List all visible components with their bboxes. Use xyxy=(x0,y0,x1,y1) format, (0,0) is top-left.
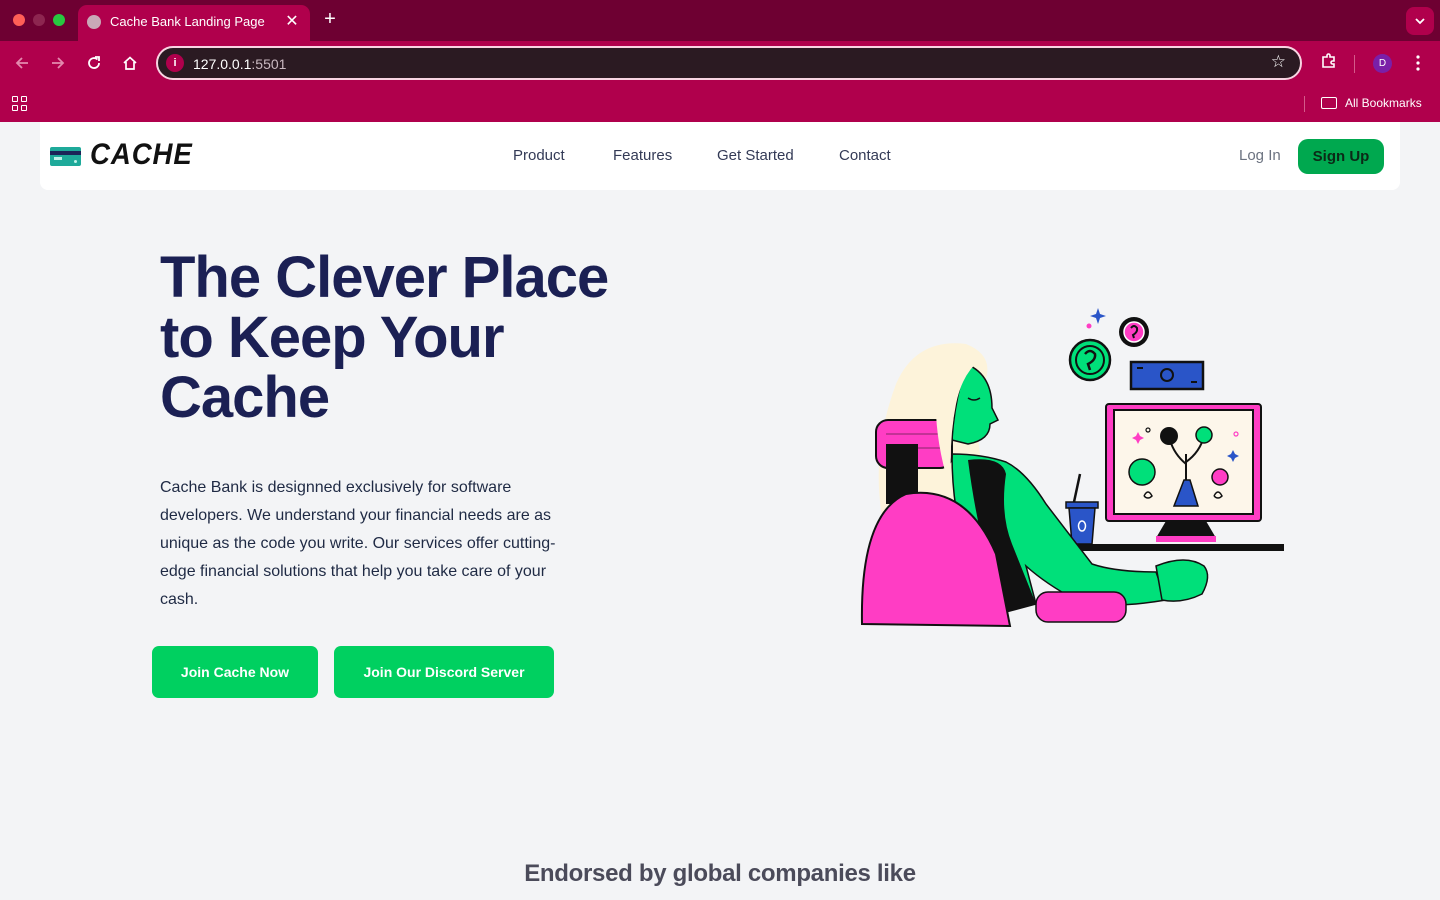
site-navbar: CACHE Product Features Get Started Conta… xyxy=(40,122,1400,190)
reload-button[interactable] xyxy=(83,52,105,74)
bookmark-star-icon[interactable]: ☆ xyxy=(1271,52,1286,72)
arrow-left-icon xyxy=(15,57,28,69)
bookmarks-divider xyxy=(1304,96,1305,112)
hero-title: The Clever Place to Keep Your Cache xyxy=(160,248,680,428)
url-host: 127.0.0.1 xyxy=(193,56,252,72)
browser-tab-active[interactable]: Cache Bank Landing Page ✕ xyxy=(78,5,310,41)
folder-icon xyxy=(1321,97,1337,109)
nav-link-contact[interactable]: Contact xyxy=(839,147,891,164)
signup-button[interactable]: Sign Up xyxy=(1298,139,1384,174)
forward-button[interactable] xyxy=(47,52,69,74)
nav-link-product[interactable]: Product xyxy=(513,147,565,164)
arrow-right-icon xyxy=(52,57,65,69)
nav-link-features[interactable]: Features xyxy=(613,147,672,164)
new-tab-button[interactable]: + xyxy=(320,8,340,31)
hero-title-line: to Keep Your xyxy=(160,305,505,370)
more-vertical-icon xyxy=(1416,55,1420,71)
toolbar-divider xyxy=(1354,55,1355,73)
monitor-icon xyxy=(1105,403,1262,542)
browser-toolbar: i 127.0.0.1:5501 ☆ D xyxy=(0,41,1440,86)
sparkle-icon xyxy=(1090,308,1106,324)
chevron-down-icon xyxy=(1415,18,1425,25)
home-button[interactable] xyxy=(119,52,141,74)
coin-icon xyxy=(1068,338,1112,382)
banknote-icon xyxy=(1129,360,1205,391)
sparkle-dot xyxy=(1086,323,1092,329)
all-bookmarks-link[interactable]: All Bookmarks xyxy=(1345,96,1422,110)
maximize-window-button[interactable] xyxy=(53,14,65,26)
hero-illustration xyxy=(860,308,1284,628)
bookmarks-bar: All Bookmarks xyxy=(0,86,1440,122)
cup-icon xyxy=(1065,473,1099,545)
close-window-button[interactable] xyxy=(13,14,25,26)
site-info-icon[interactable]: i xyxy=(166,54,184,72)
hero-title-line: Cache xyxy=(160,365,330,430)
puzzle-icon xyxy=(1322,53,1335,68)
globe-icon xyxy=(87,15,101,29)
desk xyxy=(1068,544,1284,551)
site-logo[interactable]: CACHE xyxy=(90,138,193,172)
endorsed-heading: Endorsed by global companies like xyxy=(524,860,916,887)
login-link[interactable]: Log In xyxy=(1239,147,1281,164)
hero-description: Cache Bank is designned exclusively for … xyxy=(160,479,556,608)
extensions-button[interactable] xyxy=(1318,52,1340,74)
tab-title: Cache Bank Landing Page xyxy=(110,14,265,29)
browser-menu-button[interactable] xyxy=(1408,52,1428,74)
coin-icon xyxy=(1119,317,1149,347)
url-port: :5501 xyxy=(251,56,287,72)
join-cache-button[interactable]: Join Cache Now xyxy=(152,646,318,698)
nav-link-get-started[interactable]: Get Started xyxy=(717,147,794,164)
reload-icon xyxy=(88,56,100,69)
join-discord-button[interactable]: Join Our Discord Server xyxy=(334,646,554,698)
profile-avatar[interactable]: D xyxy=(1373,54,1392,73)
credit-card-logo-icon[interactable] xyxy=(50,147,81,166)
chair-armrest xyxy=(1035,591,1127,623)
url-text[interactable]: 127.0.0.1:5501 xyxy=(193,56,286,72)
tab-search-button[interactable] xyxy=(1406,7,1434,35)
apps-grid-icon[interactable] xyxy=(12,96,28,112)
landing-page: CACHE Product Features Get Started Conta… xyxy=(0,122,1440,900)
browser-tab-strip: Cache Bank Landing Page ✕ + xyxy=(0,0,1440,41)
minimize-window-button[interactable] xyxy=(33,14,45,26)
home-icon xyxy=(123,56,137,70)
address-bar[interactable]: i 127.0.0.1:5501 ☆ xyxy=(156,46,1302,80)
back-button[interactable] xyxy=(11,52,33,74)
hero-title-line: The Clever Place xyxy=(160,245,609,310)
close-tab-icon[interactable]: ✕ xyxy=(282,11,302,31)
woman-hand xyxy=(1155,559,1209,602)
